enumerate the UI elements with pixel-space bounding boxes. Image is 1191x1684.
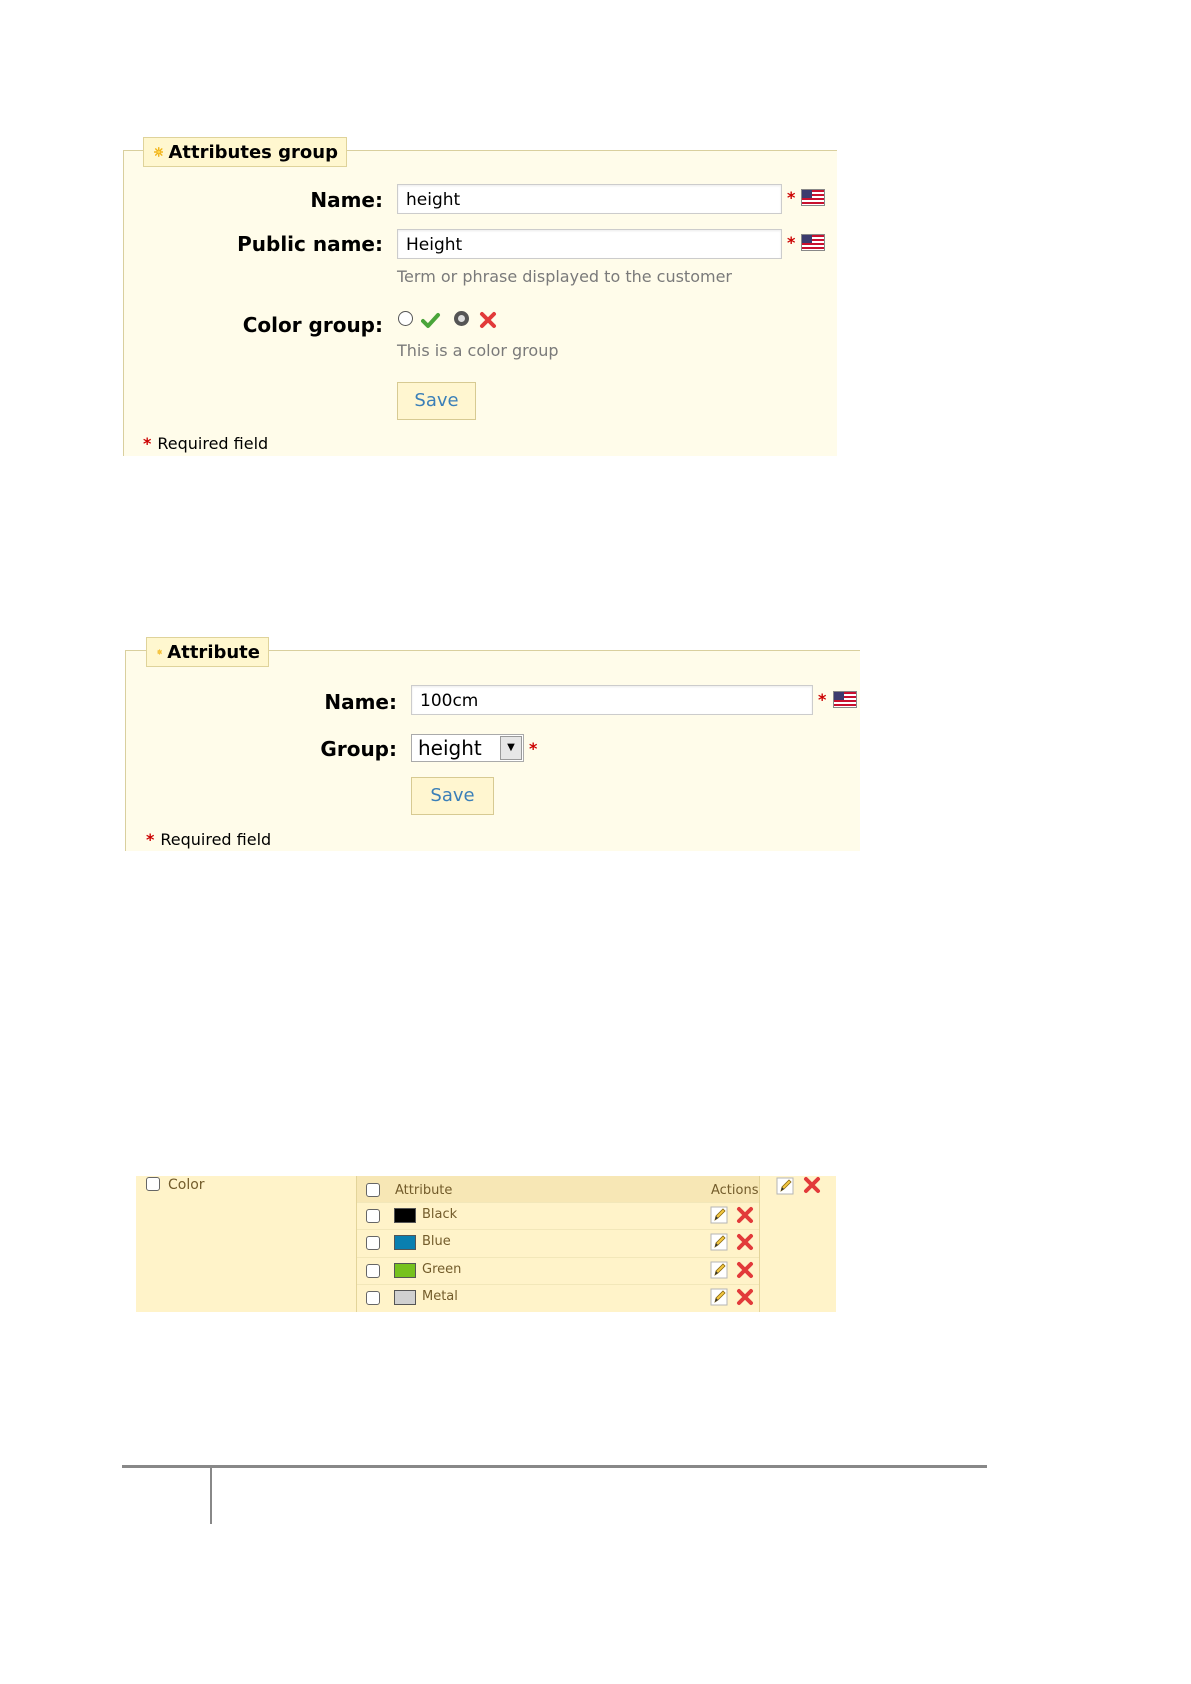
row-divider [357,1202,759,1203]
panel-legend: Attribute [146,637,269,667]
group-select[interactable]: height ▼ [411,734,524,762]
us-flag-icon[interactable] [801,234,825,251]
save-button[interactable]: Save [397,382,476,420]
delete-cross-icon[interactable] [736,1233,754,1251]
row-divider [357,1229,759,1231]
name-field[interactable]: 100cm [411,685,813,715]
attributes-group-panel: Attributes group Name: height * Public n… [123,137,837,456]
attribute-list: Color Attribute Actions Black Blue Green Me… [136,1176,836,1312]
required-field-text: Required field [157,434,269,453]
delete-cross-icon[interactable] [736,1288,754,1306]
save-button[interactable]: Save [411,777,494,815]
color-swatch [394,1235,416,1251]
required-field-note: * Required field [143,434,268,453]
name-label: Name: [324,690,397,714]
group-label: Group: [320,737,397,761]
check-icon [421,313,440,328]
required-marker: * [818,690,827,709]
attribute-panel: Attribute Name: 100cm * Group: height ▼ … [125,637,860,851]
attribute-name: Metal [422,1288,458,1304]
row-checkbox[interactable] [366,1290,380,1305]
required-marker: * [787,233,796,252]
delete-cross-icon[interactable] [736,1261,754,1279]
row-checkbox[interactable] [366,1236,380,1251]
footer-rule [122,1465,987,1468]
edit-pencil-icon[interactable] [710,1261,728,1279]
panel-legend: Attributes group [143,137,347,167]
edit-pencil-icon[interactable] [710,1206,728,1224]
group-name: Color [168,1177,205,1193]
row-checkbox[interactable] [366,1263,380,1278]
public-name-hint: Term or phrase displayed to the customer [397,267,732,286]
delete-cross-icon[interactable] [736,1206,754,1224]
table-header: Attribute Actions [357,1176,759,1202]
attribute-name: Green [422,1261,462,1277]
required-marker: * [143,434,152,453]
row-checkbox[interactable] [366,1209,380,1223]
us-flag-icon[interactable] [833,691,857,708]
column-header-attribute: Attribute [395,1183,453,1198]
row-divider [357,1256,759,1258]
us-flag-icon[interactable] [801,189,825,206]
color-swatch [394,1262,416,1278]
gear-icon [154,147,164,157]
color-swatch [394,1208,416,1223]
panel-title: Attribute [167,641,260,663]
color-swatch [394,1289,416,1305]
delete-group-cross-icon[interactable] [803,1176,821,1194]
public-name-field[interactable]: Height [397,229,782,259]
public-name-label: Public name: [237,232,383,256]
color-group-yes-radio[interactable] [398,311,413,326]
edit-pencil-icon[interactable] [710,1233,728,1251]
attribute-name: Black [422,1207,458,1222]
group-select-value: height [418,736,482,760]
edit-group-pencil-icon[interactable] [776,1177,794,1195]
gear-icon [157,649,163,655]
select-all-checkbox[interactable] [366,1183,380,1197]
attribute-name: Blue [422,1234,451,1250]
row-divider [357,1283,759,1285]
required-field-text: Required field [160,830,272,849]
group-checkbox[interactable] [146,1177,160,1191]
attribute-table: Attribute Actions Black Blue Green Metal [356,1176,760,1312]
color-group-hint: This is a color group [397,341,559,360]
edit-pencil-icon[interactable] [710,1288,728,1306]
required-marker: * [787,188,796,207]
required-marker: * [146,830,155,849]
required-marker: * [529,739,538,758]
name-field[interactable]: height [397,184,782,214]
color-group-label: Color group: [242,313,383,337]
panel-title: Attributes group [168,141,338,163]
color-group-no-radio[interactable] [454,311,469,326]
footer-divider [210,1468,212,1524]
required-field-note: * Required field [146,830,271,849]
column-header-actions: Actions [711,1183,759,1198]
chevron-down-icon[interactable]: ▼ [500,736,522,760]
cross-icon [480,312,496,328]
name-label: Name: [310,188,383,212]
